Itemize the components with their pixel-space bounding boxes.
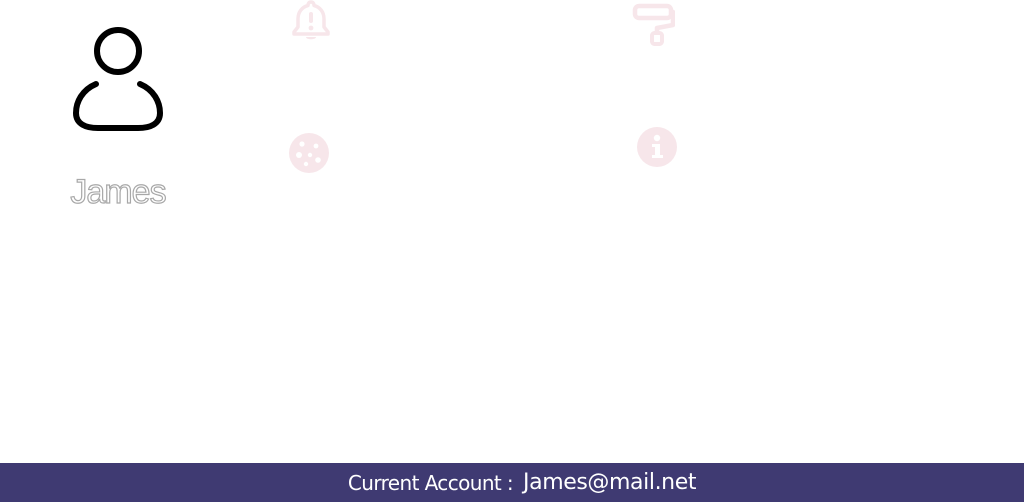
about-tile[interactable] — [634, 124, 680, 170]
user-avatar-icon — [73, 27, 163, 131]
account-email: James@mail.net — [523, 470, 697, 495]
cookie-icon — [289, 133, 329, 173]
user-name: James — [70, 172, 167, 211]
notifications-tile[interactable] — [288, 0, 334, 42]
appearance-tile[interactable] — [630, 2, 676, 46]
user-profile: James — [40, 20, 196, 212]
account-footer: Current Account : James@mail.net — [0, 463, 1024, 502]
info-icon — [637, 127, 677, 167]
paint-roller-icon — [632, 3, 675, 46]
bell-icon — [292, 0, 330, 40]
cookies-tile[interactable] — [286, 130, 332, 176]
current-account-label: Current Account : — [347, 470, 514, 495]
